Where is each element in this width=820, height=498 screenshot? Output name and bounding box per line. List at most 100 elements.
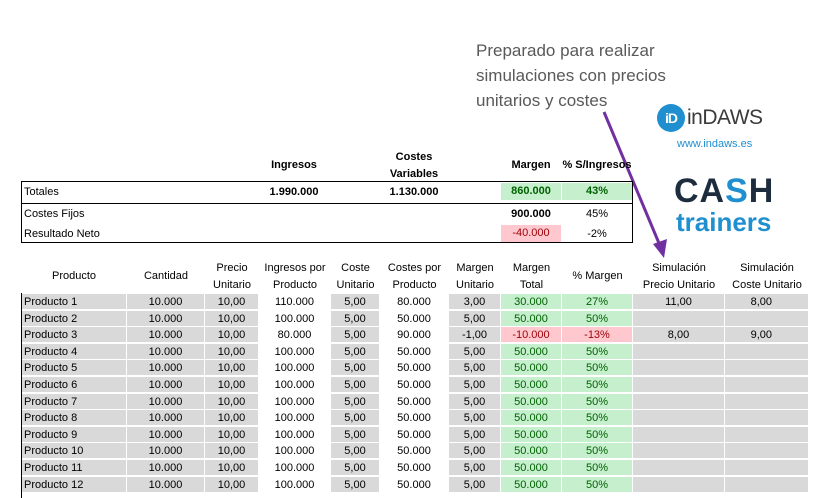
table-cell-sim-precio — [633, 360, 725, 377]
table-left-border — [21, 293, 22, 498]
column-header-line: Unitario — [336, 279, 375, 291]
table-cell-margen-total: 50.000 — [501, 393, 562, 410]
column-header-line: Cantidad — [143, 270, 189, 282]
table-cell-producto: Producto 7 — [21, 393, 127, 410]
table-cell-coste-unitario: 5,00 — [331, 476, 380, 493]
table-cell-margen-total: 50.000 — [501, 343, 562, 360]
table-cell-ingresos-producto: 110.000 — [259, 294, 331, 310]
table-cell-ingresos-producto: 100.000 — [259, 310, 331, 327]
table-cell-sim-precio — [633, 343, 725, 360]
table-cell-coste-unitario: 5,00 — [331, 426, 380, 443]
table-cell-margen-total: 50.000 — [501, 410, 562, 427]
table-cell-costes-producto: 50.000 — [380, 410, 449, 427]
table-cell-coste-unitario: 5,00 — [331, 393, 380, 410]
table-cell-margen-total: 50.000 — [501, 310, 562, 327]
table-cell-costes-producto: 80.000 — [380, 294, 449, 310]
column-header-producto: Producto — [21, 268, 127, 285]
table-cell-sim-precio: 8,00 — [633, 327, 725, 344]
column-header-line: Margen — [456, 262, 494, 274]
table-cell-margen-total: 50.000 — [501, 377, 562, 393]
table-cell-coste-unitario: 5,00 — [331, 327, 380, 344]
table-cell-margen-total: 50.000 — [501, 476, 562, 493]
table-cell-coste-unitario: 5,00 — [331, 410, 380, 427]
table-cell-sim-precio — [633, 393, 725, 410]
table-cell-margen-unitario: 5,00 — [449, 443, 501, 460]
column-header-sim-precio: Simulación Precio Unitario — [633, 260, 725, 294]
summary-divider — [21, 203, 633, 204]
table-cell-sim-precio — [633, 460, 725, 476]
table-cell-sim-precio — [633, 310, 725, 327]
table-cell-coste-unitario: 5,00 — [331, 460, 380, 476]
table-cell-precio-unitario: 10,00 — [205, 393, 259, 410]
table-cell-cantidad: 10.000 — [127, 460, 205, 476]
table-cell-costes-producto: 50.000 — [380, 460, 449, 476]
column-header-margen-total: Margen Total — [501, 260, 562, 294]
table-cell-precio-unitario: 10,00 — [205, 443, 259, 460]
table-cell-coste-unitario: 5,00 — [331, 294, 380, 310]
table-cell-margen-unitario: -1,00 — [449, 327, 501, 344]
table-cell-pct-margen: 50% — [562, 310, 633, 327]
table-cell-producto: Producto 4 — [21, 343, 127, 360]
table-cell-costes-producto: 50.000 — [380, 343, 449, 360]
table-cell-pct-margen: 50% — [562, 377, 633, 393]
table-cell-sim-precio — [633, 426, 725, 443]
table-cell-precio-unitario: 10,00 — [205, 460, 259, 476]
table-cell-cantidad: 10.000 — [127, 294, 205, 310]
table-cell-cantidad: 10.000 — [127, 476, 205, 493]
column-header-ingresos-producto: Ingresos por Producto — [259, 260, 331, 294]
table-cell-ingresos-producto: 100.000 — [259, 377, 331, 393]
table-cell-margen-total: 50.000 — [501, 426, 562, 443]
table-cell-pct-margen: 27% — [562, 294, 633, 310]
table-cell-sim-coste — [725, 377, 809, 393]
table-cell-precio-unitario: 10,00 — [205, 327, 259, 344]
table-cell-ingresos-producto: 100.000 — [259, 426, 331, 443]
table-cell-costes-producto: 50.000 — [380, 476, 449, 493]
table-cell-sim-precio — [633, 443, 725, 460]
table-cell-margen-unitario: 5,00 — [449, 410, 501, 427]
table-cell-pct-margen: 50% — [562, 426, 633, 443]
table-cell-coste-unitario: 5,00 — [331, 310, 380, 327]
totales-margen: 860.000 — [501, 183, 561, 200]
table-cell-coste-unitario: 5,00 — [331, 443, 380, 460]
table-cell-sim-precio: 11,00 — [633, 294, 725, 310]
table-cell-margen-unitario: 5,00 — [449, 360, 501, 377]
totales-ingresos: 1.990.000 — [269, 186, 319, 198]
totales-costes: 1.130.000 — [389, 186, 439, 198]
column-header-line: Ingresos por — [264, 262, 326, 274]
table-cell-producto: Producto 9 — [21, 426, 127, 443]
table-cell-margen-total: 30.000 — [501, 294, 562, 310]
table-cell-sim-coste — [725, 476, 809, 493]
table-cell-margen-total: 50.000 — [501, 443, 562, 460]
column-header-line: % Margen — [572, 270, 623, 282]
table-cell-sim-coste — [725, 426, 809, 443]
column-header-line: Simulación — [740, 262, 794, 274]
table-cell-margen-total: 50.000 — [501, 460, 562, 476]
table-cell-producto: Producto 10 — [21, 443, 127, 460]
table-cell-sim-precio — [633, 377, 725, 393]
summary-header-ingresos: Ingresos — [271, 159, 317, 171]
table-cell-precio-unitario: 10,00 — [205, 476, 259, 493]
table-cell-precio-unitario: 10,00 — [205, 343, 259, 360]
table-cell-pct-margen: 50% — [562, 410, 633, 427]
column-header-line: Costes por — [387, 262, 442, 274]
table-cell-sim-precio — [633, 410, 725, 427]
column-header-line: Simulación — [652, 262, 706, 274]
table-cell-costes-producto: 90.000 — [380, 327, 449, 344]
column-header-sim-coste: Simulación Coste Unitario — [725, 260, 809, 294]
table-cell-precio-unitario: 10,00 — [205, 377, 259, 393]
resultado-margen: -40.000 — [501, 225, 561, 242]
indaws-mark-icon: iD — [657, 104, 685, 132]
table-cell-cantidad: 10.000 — [127, 327, 205, 344]
table-cell-cantidad: 10.000 — [127, 360, 205, 377]
table-cell-pct-margen: 50% — [562, 343, 633, 360]
table-cell-pct-margen: -13% — [562, 327, 633, 344]
column-header-line: Producto — [51, 270, 97, 282]
table-cell-precio-unitario: 10,00 — [205, 360, 259, 377]
table-cell-sim-coste — [725, 393, 809, 410]
table-cell-ingresos-producto: 100.000 — [259, 476, 331, 493]
table-cell-margen-total: 50.000 — [501, 360, 562, 377]
column-header-line: Coste Unitario — [732, 279, 802, 291]
table-cell-cantidad: 10.000 — [127, 443, 205, 460]
table-cell-cantidad: 10.000 — [127, 393, 205, 410]
resultado-pct: -2% — [587, 228, 607, 240]
